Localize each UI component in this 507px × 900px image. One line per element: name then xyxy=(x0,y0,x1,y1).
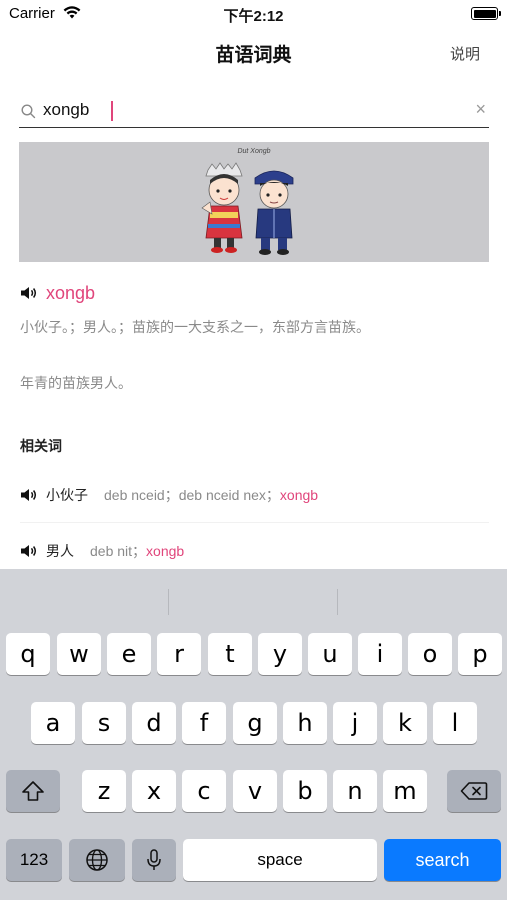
related-word-item[interactable]: 小伙子 deb nceid；deb nceid nex； xongb xyxy=(20,484,318,506)
speaker-icon[interactable] xyxy=(20,286,38,300)
key-a[interactable]: a xyxy=(31,702,75,744)
key-j[interactable]: j xyxy=(333,702,377,744)
key-v[interactable]: v xyxy=(233,770,277,812)
related-highlight: xongb xyxy=(279,487,319,503)
clear-icon[interactable]: × xyxy=(475,99,486,119)
couple-illustration xyxy=(201,162,294,255)
backspace-icon xyxy=(460,782,488,800)
related-words-title: 相关词 xyxy=(20,438,62,454)
key-b[interactable]: b xyxy=(283,770,327,812)
key-x[interactable]: x xyxy=(132,770,176,812)
related-meta: deb nit； xyxy=(90,543,147,559)
key-i[interactable]: i xyxy=(358,633,402,675)
related-word-item[interactable]: 男人 deb nit； xongb xyxy=(20,540,184,562)
related-chinese: 小伙子 xyxy=(46,487,88,503)
key-n[interactable]: n xyxy=(333,770,377,812)
clock: 下午2:12 xyxy=(223,8,284,25)
status-bar: Carrier 下午2:12 xyxy=(0,0,507,28)
key-t[interactable]: t xyxy=(208,633,252,675)
microphone-icon xyxy=(147,849,161,870)
delete-key[interactable] xyxy=(447,770,501,812)
search-icon xyxy=(21,104,36,119)
battery-icon xyxy=(471,7,501,20)
key-m[interactable]: m xyxy=(383,770,427,812)
key-h[interactable]: h xyxy=(283,702,327,744)
key-l[interactable]: l xyxy=(433,702,477,744)
key-r[interactable]: r xyxy=(157,633,201,675)
key-g[interactable]: g xyxy=(233,702,277,744)
key-w[interactable]: w xyxy=(57,633,101,675)
globe-icon xyxy=(86,849,108,871)
space-key[interactable]: space xyxy=(183,839,377,881)
speaker-icon[interactable] xyxy=(20,544,38,558)
key-y[interactable]: y xyxy=(258,633,302,675)
key-k[interactable]: k xyxy=(383,702,427,744)
search-bar: × xyxy=(19,94,489,128)
search-key[interactable]: search xyxy=(384,839,501,881)
key-q[interactable]: q xyxy=(6,633,50,675)
key-z[interactable]: z xyxy=(82,770,126,812)
shift-icon xyxy=(22,781,44,801)
entry-header: xongb xyxy=(20,282,95,304)
shift-key[interactable] xyxy=(6,770,60,812)
related-chinese: 男人 xyxy=(46,543,74,559)
key-p[interactable]: p xyxy=(458,633,502,675)
divider xyxy=(20,522,489,523)
search-input[interactable] xyxy=(43,97,453,123)
keyboard: q w e r t y u i o p a s d f g h j k l z … xyxy=(0,569,507,900)
entry-definition: 小伙子。；男人。；苗族的一大支系之一，东部方言苗族。 xyxy=(20,319,370,335)
key-f[interactable]: f xyxy=(182,702,226,744)
key-o[interactable]: o xyxy=(408,633,452,675)
help-button[interactable]: 说明 xyxy=(450,43,480,64)
text-caret xyxy=(111,101,113,121)
related-meta: deb nceid；deb nceid nex； xyxy=(104,487,280,503)
key-u[interactable]: u xyxy=(308,633,352,675)
dictation-key[interactable] xyxy=(132,839,176,881)
key-s[interactable]: s xyxy=(82,702,126,744)
page-title: 苗语词典 xyxy=(215,45,292,66)
key-c[interactable]: c xyxy=(182,770,226,812)
numbers-key[interactable]: 123 xyxy=(6,839,62,881)
entry-note: 年青的苗族男人。 xyxy=(20,375,132,391)
key-e[interactable]: e xyxy=(107,633,151,675)
related-highlight: xongb xyxy=(146,543,185,559)
suggestion-divider xyxy=(168,589,169,615)
suggestion-divider xyxy=(337,589,338,615)
entry-word: xongb xyxy=(46,282,96,303)
globe-key[interactable] xyxy=(69,839,125,881)
banner-image: Dut Xongb xyxy=(19,142,489,262)
speaker-icon[interactable] xyxy=(20,488,38,502)
key-d[interactable]: d xyxy=(132,702,176,744)
